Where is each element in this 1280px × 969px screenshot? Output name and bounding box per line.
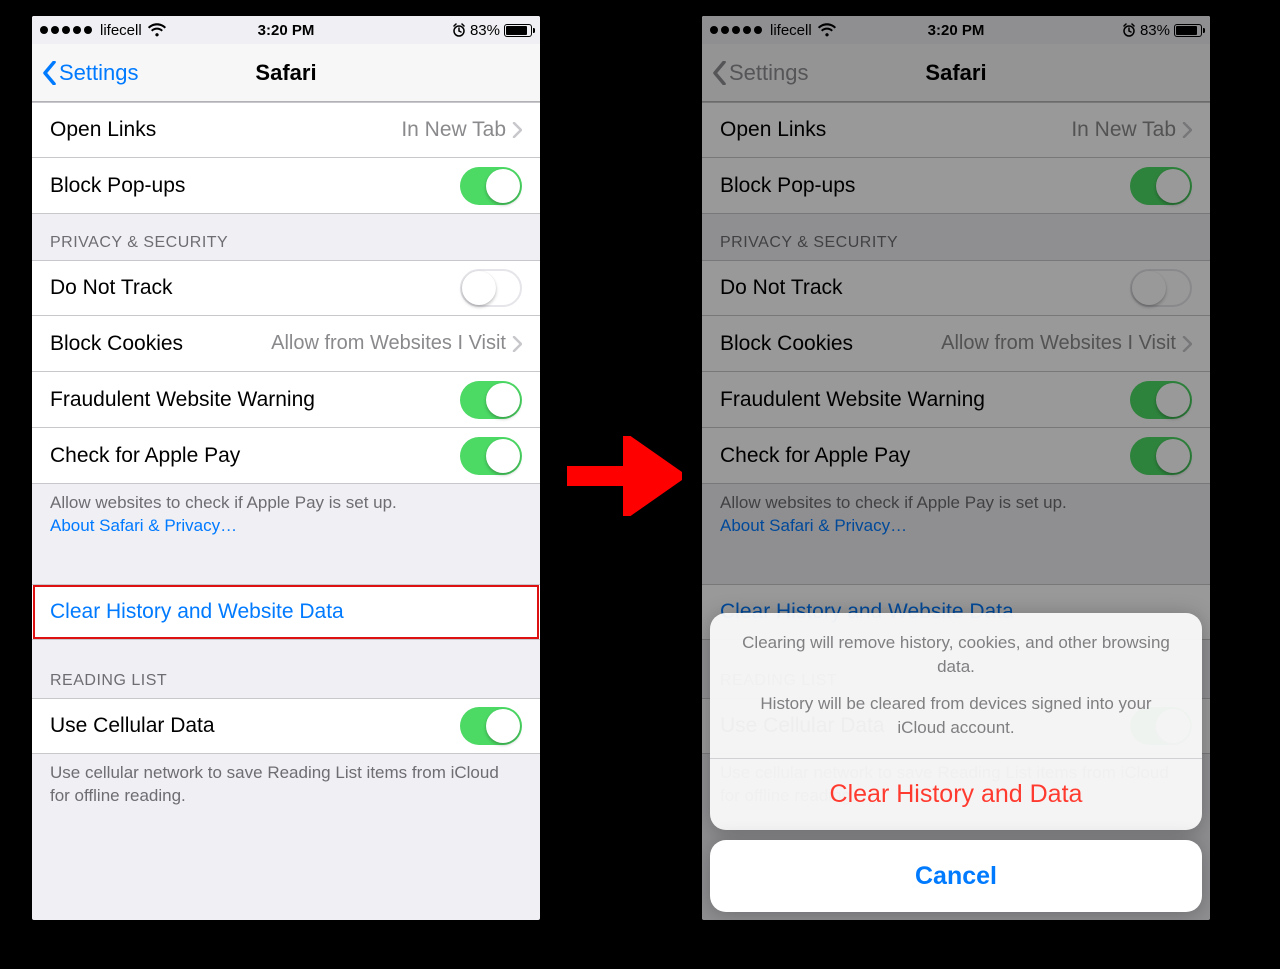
block-cookies-value: Allow from Websites I Visit [271, 332, 506, 355]
block-popups-cell: Block Pop-ups [32, 158, 540, 214]
privacy-footer: Allow websites to check if Apple Pay is … [32, 484, 540, 554]
screenshot-before: lifecell 3:20 PM 83% Settings Safari [32, 16, 540, 920]
cancel-button[interactable]: Cancel [710, 840, 1202, 912]
chevron-right-icon [512, 336, 522, 352]
about-safari-privacy-link[interactable]: About Safari & Privacy… [720, 516, 907, 535]
page-title: Safari [32, 60, 540, 86]
fraud-warning-label: Fraudulent Website Warning [50, 388, 460, 412]
privacy-footer: Allow websites to check if Apple Pay is … [702, 484, 1210, 554]
action-sheet: Clearing will remove history, cookies, a… [710, 613, 1202, 912]
fraud-warning-cell: Fraudulent Website Warning [32, 372, 540, 428]
chevron-right-icon [512, 122, 522, 138]
apple-pay-cell: Check for Apple Pay [32, 428, 540, 484]
page-title: Safari [702, 60, 1210, 86]
use-cellular-label: Use Cellular Data [50, 714, 460, 738]
block-cookies-cell[interactable]: Block Cookies Allow from Websites I Visi… [702, 316, 1210, 372]
nav-bar: Settings Safari [702, 44, 1210, 102]
battery-icon [1174, 24, 1202, 37]
status-bar: lifecell 3:20 PM 83% [702, 16, 1210, 44]
apple-pay-label: Check for Apple Pay [50, 444, 460, 468]
use-cellular-cell: Use Cellular Data [32, 698, 540, 754]
screenshot-after: lifecell 3:20 PM 83% Settings Safari [702, 16, 1210, 920]
status-bar: lifecell 3:20 PM 83% [32, 16, 540, 44]
block-popups-toggle[interactable] [460, 167, 522, 205]
arrow-right-icon [562, 436, 682, 516]
apple-pay-toggle[interactable] [1130, 437, 1192, 475]
clear-history-button[interactable]: Clear History and Website Data [32, 584, 540, 640]
apple-pay-toggle[interactable] [460, 437, 522, 475]
about-safari-privacy-link[interactable]: About Safari & Privacy… [50, 516, 237, 535]
open-links-cell[interactable]: Open Links In New Tab [32, 102, 540, 158]
reading-list-footer: Use cellular network to save Reading Lis… [32, 754, 540, 824]
block-popups-cell: Block Pop-ups [702, 158, 1210, 214]
block-popups-toggle[interactable] [1130, 167, 1192, 205]
block-cookies-label: Block Cookies [50, 332, 271, 356]
do-not-track-cell: Do Not Track [702, 260, 1210, 316]
reading-list-header: READING LIST [32, 640, 540, 698]
clock-label: 3:20 PM [32, 22, 540, 39]
battery-icon [504, 24, 532, 37]
clock-label: 3:20 PM [702, 22, 1210, 39]
open-links-label: Open Links [50, 118, 401, 142]
do-not-track-label: Do Not Track [50, 276, 460, 300]
fraud-warning-toggle[interactable] [1130, 381, 1192, 419]
privacy-header: PRIVACY & SECURITY [702, 214, 1210, 260]
do-not-track-toggle[interactable] [460, 269, 522, 307]
fraud-warning-toggle[interactable] [460, 381, 522, 419]
do-not-track-toggle[interactable] [1130, 269, 1192, 307]
nav-bar: Settings Safari [32, 44, 540, 102]
clear-history-label: Clear History and Website Data [50, 600, 522, 624]
fraud-warning-cell: Fraudulent Website Warning [702, 372, 1210, 428]
chevron-right-icon [1182, 336, 1192, 352]
privacy-header: PRIVACY & SECURITY [32, 214, 540, 260]
clear-history-confirm-button[interactable]: Clear History and Data [710, 758, 1202, 830]
block-popups-label: Block Pop-ups [50, 174, 460, 198]
open-links-value: In New Tab [401, 118, 506, 142]
block-cookies-cell[interactable]: Block Cookies Allow from Websites I Visi… [32, 316, 540, 372]
chevron-right-icon [1182, 122, 1192, 138]
do-not-track-cell: Do Not Track [32, 260, 540, 316]
use-cellular-toggle[interactable] [460, 707, 522, 745]
open-links-cell[interactable]: Open Links In New Tab [702, 102, 1210, 158]
action-sheet-message: Clearing will remove history, cookies, a… [710, 613, 1202, 758]
apple-pay-cell: Check for Apple Pay [702, 428, 1210, 484]
